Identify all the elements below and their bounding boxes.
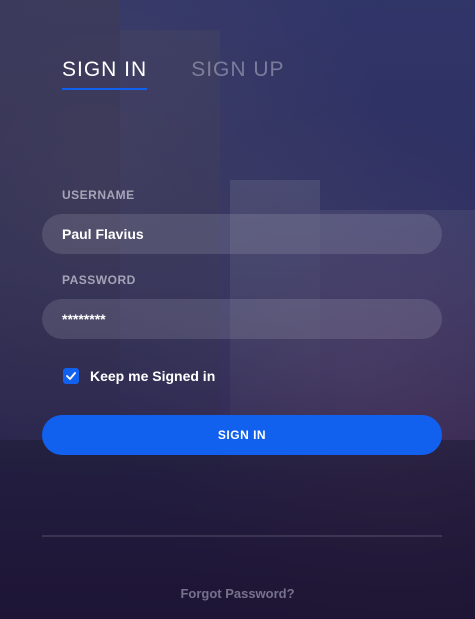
password-label: PASSWORD	[62, 273, 136, 287]
check-icon	[66, 372, 76, 380]
auth-tabs: SIGN IN SIGN UP	[62, 58, 285, 90]
divider	[42, 535, 442, 537]
password-input[interactable]	[42, 299, 442, 339]
keep-signed-in-toggle[interactable]: Keep me Signed in	[63, 368, 215, 384]
tab-sign-in[interactable]: SIGN IN	[62, 58, 148, 90]
username-label: USERNAME	[62, 188, 135, 202]
sign-in-button[interactable]: SIGN IN	[42, 415, 442, 455]
tab-sign-up[interactable]: SIGN UP	[191, 58, 284, 90]
login-panel: SIGN IN SIGN UP USERNAME PASSWORD Keep m…	[0, 0, 475, 619]
forgot-password-link[interactable]: Forgot Password?	[0, 586, 475, 601]
username-input[interactable]	[42, 214, 442, 254]
keep-signed-in-checkbox[interactable]	[63, 368, 79, 384]
keep-signed-in-label: Keep me Signed in	[90, 368, 216, 384]
